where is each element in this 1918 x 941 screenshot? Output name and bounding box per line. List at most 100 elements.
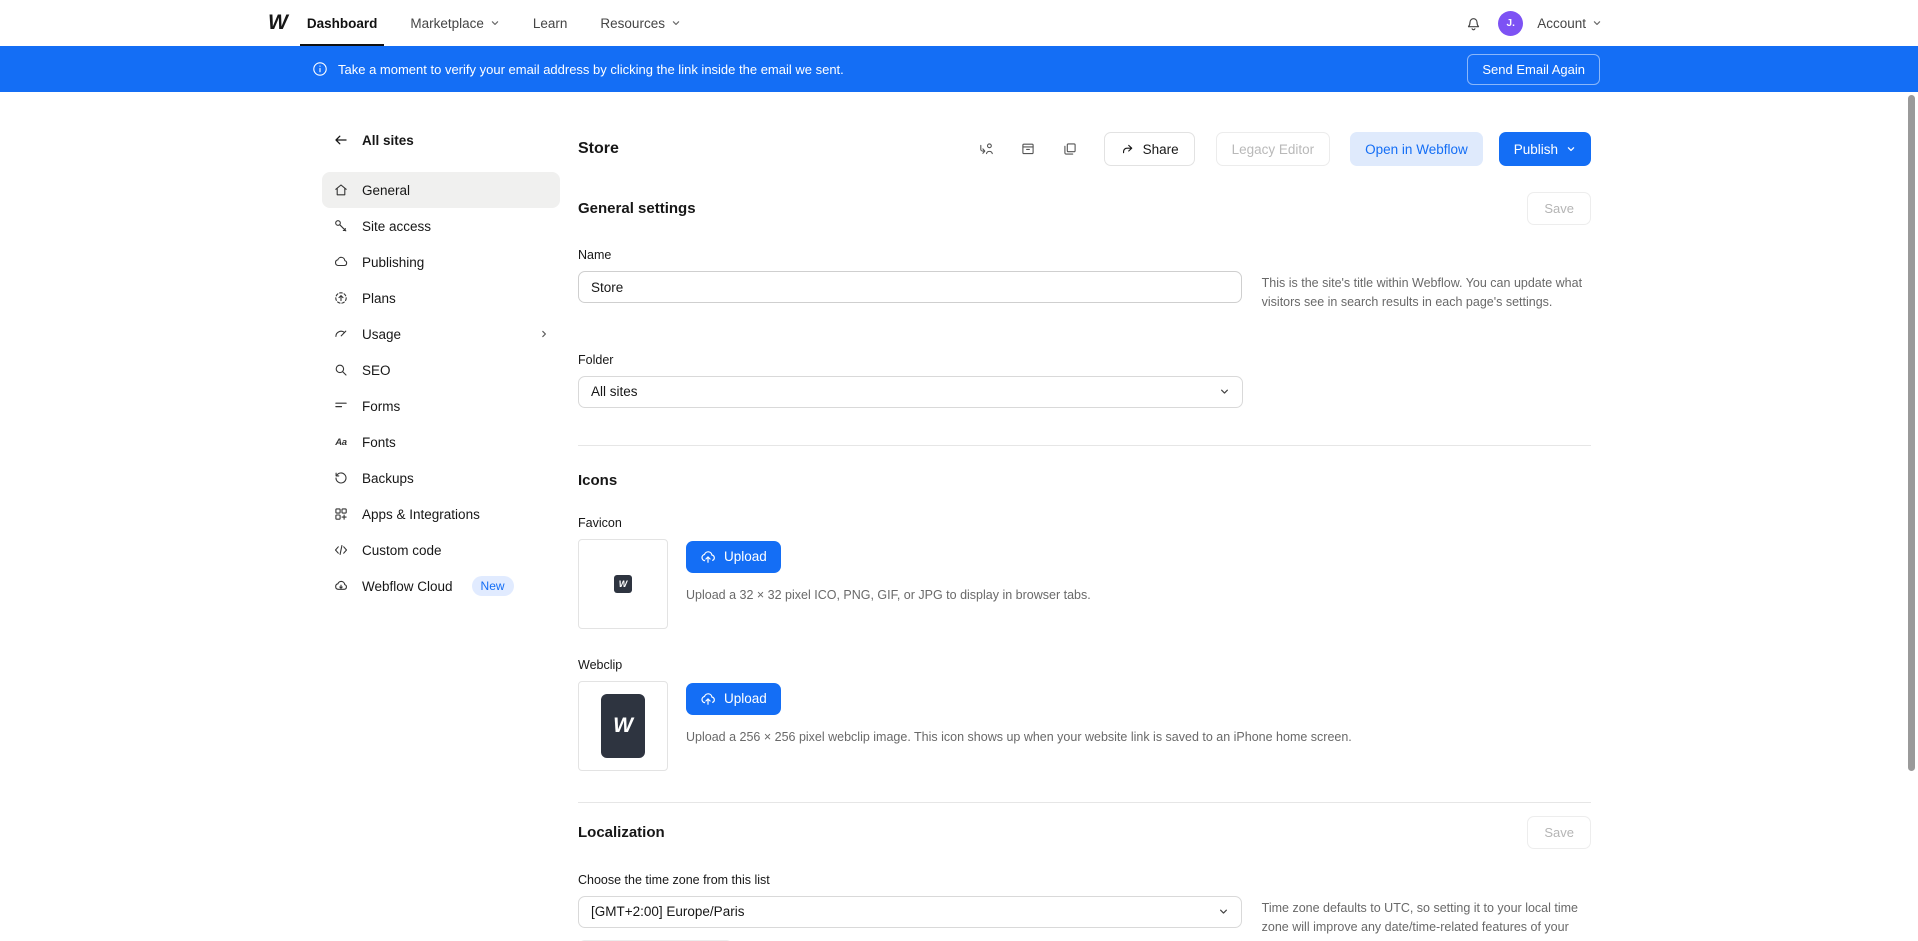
cloud-icon <box>333 578 349 594</box>
sidebar-item-backups[interactable]: Backups <box>322 460 560 496</box>
info-icon <box>312 61 328 77</box>
chevron-down-icon <box>490 18 500 28</box>
back-label: All sites <box>362 133 414 148</box>
bell-icon[interactable] <box>1465 15 1482 32</box>
code-icon <box>333 542 349 558</box>
share-arrow-icon <box>1120 142 1135 157</box>
sidebar-item-seo[interactable]: SEO <box>322 352 560 388</box>
share-button[interactable]: Share <box>1104 132 1195 166</box>
usage-gauge-icon <box>333 326 349 342</box>
top-navigation: W Dashboard Marketplace Learn Resources … <box>0 0 1918 46</box>
archive-icon[interactable] <box>1020 141 1036 157</box>
nav-dashboard-label: Dashboard <box>307 16 378 31</box>
share-label: Share <box>1143 142 1179 157</box>
sidebar-item-label: Fonts <box>362 435 396 450</box>
home-icon <box>333 182 349 198</box>
folder-field-group: Folder All sites <box>578 353 1591 408</box>
chevron-down-icon <box>1219 386 1230 397</box>
sidebar-item-fonts[interactable]: Aa Fonts <box>322 424 560 460</box>
favicon-row: W Upload Upload a 32 × 32 pixel ICO, PNG… <box>578 539 1591 629</box>
legacy-editor-button[interactable]: Legacy Editor <box>1216 132 1331 166</box>
back-to-all-sites[interactable]: All sites <box>322 132 560 148</box>
site-header: Store Share Legacy Editor Open in Webflo… <box>578 132 1591 166</box>
upload-label: Upload <box>724 691 767 706</box>
nav-resources[interactable]: Resources <box>600 0 681 46</box>
section-divider <box>578 802 1591 803</box>
favicon-preview: W <box>578 539 668 629</box>
chevron-down-icon <box>1592 18 1602 28</box>
timezone-label: Choose the time zone from this list <box>578 873 1591 887</box>
duplicate-icon[interactable] <box>1062 141 1078 157</box>
key-icon <box>333 218 349 234</box>
plans-up-circle-icon <box>333 290 349 306</box>
nav-marketplace[interactable]: Marketplace <box>410 0 500 46</box>
sidebar-item-apps-integrations[interactable]: Apps & Integrations <box>322 496 560 532</box>
localization-save-button[interactable]: Save <box>1527 816 1591 849</box>
nav-marketplace-label: Marketplace <box>410 16 484 31</box>
upload-label: Upload <box>724 549 767 564</box>
sidebar-item-forms[interactable]: Forms <box>322 388 560 424</box>
send-email-again-button[interactable]: Send Email Again <box>1467 54 1600 85</box>
transfer-site-icon[interactable] <box>978 141 994 157</box>
webflow-logo[interactable]: W <box>268 11 287 35</box>
sidebar-item-label: General <box>362 183 410 198</box>
localization-title: Localization <box>578 824 665 841</box>
localization-header: Localization Save <box>578 817 1591 849</box>
sidebar-item-label: Custom code <box>362 543 442 558</box>
open-in-webflow-button[interactable]: Open in Webflow <box>1350 132 1483 166</box>
nav-learn[interactable]: Learn <box>533 0 568 46</box>
apps-grid-icon <box>333 506 349 522</box>
webclip-help-text: Upload a 256 × 256 pixel webclip image. … <box>686 728 1352 747</box>
favicon-upload-button[interactable]: Upload <box>686 541 781 573</box>
folder-label: Folder <box>578 353 1591 367</box>
sidebar-item-plans[interactable]: Plans <box>322 280 560 316</box>
arrow-left-icon <box>333 132 349 148</box>
webclip-upload-button[interactable]: Upload <box>686 683 781 715</box>
sidebar-item-label: Apps & Integrations <box>362 507 480 522</box>
general-settings-title: General settings <box>578 200 696 217</box>
topnav-right: J. Account <box>1465 11 1918 36</box>
timezone-row: [GMT+2:00] Europe/Paris Detect my time z… <box>578 896 1591 941</box>
sidebar-item-label: Webflow Cloud <box>362 579 453 594</box>
email-verification-banner: Take a moment to verify your email addre… <box>0 46 1918 92</box>
search-icon <box>333 362 349 378</box>
chevron-down-icon <box>671 18 681 28</box>
timezone-help-text: Time zone defaults to UTC, so setting it… <box>1262 896 1591 941</box>
header-controls: Share Legacy Editor Open in Webflow Publ… <box>978 132 1591 166</box>
sidebar-item-custom-code[interactable]: Custom code <box>322 532 560 568</box>
site-name-input[interactable] <box>578 271 1242 303</box>
folder-select[interactable]: All sites <box>578 376 1243 408</box>
general-save-button[interactable]: Save <box>1527 192 1591 225</box>
publish-button[interactable]: Publish <box>1499 132 1591 166</box>
sidebar-item-label: Usage <box>362 327 401 342</box>
general-settings-header: General settings Save <box>578 192 1591 224</box>
nav-dashboard[interactable]: Dashboard <box>307 0 378 46</box>
sidebar-item-label: Publishing <box>362 255 424 270</box>
nav-learn-label: Learn <box>533 16 568 31</box>
webclip-row: W Upload Upload a 256 × 256 pixel webcli… <box>578 681 1591 771</box>
vertical-scrollbar[interactable] <box>1908 95 1915 771</box>
chevron-right-icon <box>539 329 549 339</box>
name-label: Name <box>578 248 1591 262</box>
timezone-select[interactable]: [GMT+2:00] Europe/Paris <box>578 896 1242 928</box>
account-menu[interactable]: Account <box>1537 16 1602 31</box>
name-field-group: Name This is the site's title within Web… <box>578 248 1591 313</box>
icons-section-title: Icons <box>578 472 1591 489</box>
favicon-help-text: Upload a 32 × 32 pixel ICO, PNG, GIF, or… <box>686 586 1091 605</box>
sidebar-item-general[interactable]: General <box>322 172 560 208</box>
nav-resources-label: Resources <box>600 16 665 31</box>
app-body: All sites General Site access Publishing… <box>0 92 1918 941</box>
page-title: Store <box>578 140 619 158</box>
sidebar-item-label: SEO <box>362 363 391 378</box>
favicon-label: Favicon <box>578 516 1591 530</box>
avatar[interactable]: J. <box>1498 11 1523 36</box>
sidebar-item-webflow-cloud[interactable]: Webflow Cloud New <box>322 568 560 604</box>
fonts-aa-icon: Aa <box>333 434 349 450</box>
sidebar-item-usage[interactable]: Usage <box>322 316 560 352</box>
sidebar-item-site-access[interactable]: Site access <box>322 208 560 244</box>
upload-cloud-icon <box>700 691 716 707</box>
folder-selected-value: All sites <box>591 384 638 399</box>
sidebar-item-label: Backups <box>362 471 414 486</box>
section-divider <box>578 445 1591 446</box>
sidebar-item-publishing[interactable]: Publishing <box>322 244 560 280</box>
